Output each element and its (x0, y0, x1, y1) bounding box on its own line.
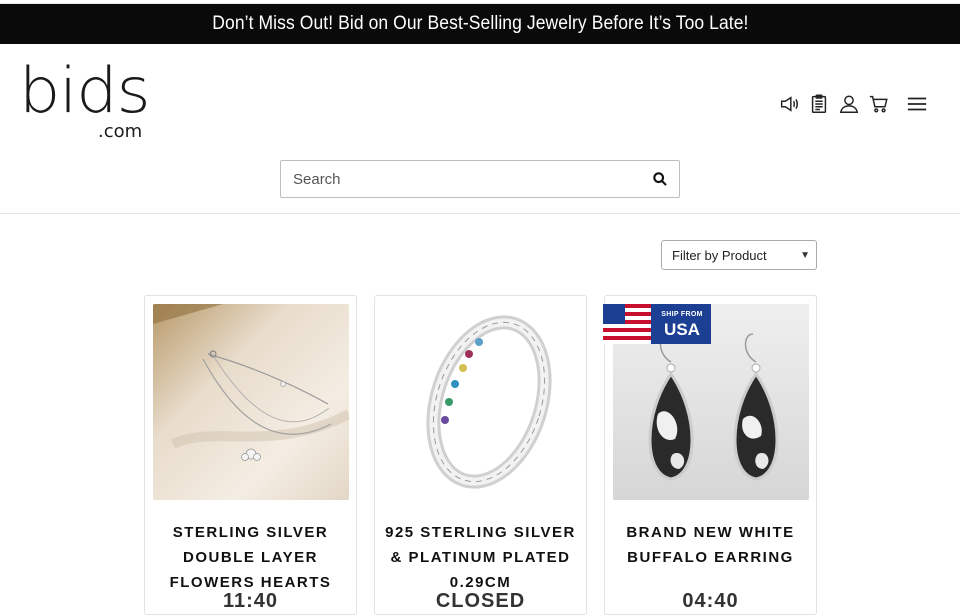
product-image-ring[interactable] (383, 304, 579, 500)
menu-icon[interactable] (902, 92, 932, 116)
product-title[interactable]: 925 Sterling Silver & Platinum Plated 0.… (381, 520, 580, 595)
logo-domain: .com (98, 121, 143, 142)
user-icon[interactable] (834, 92, 864, 116)
search-button[interactable] (641, 161, 679, 197)
promo-banner[interactable]: Don’t Miss Out! Bid on Our Best-Selling … (0, 4, 960, 44)
badge-line-2: USA (664, 320, 700, 339)
product-card[interactable]: SHIP FROM USA Brand New White Buffalo Ea… (603, 295, 817, 615)
header-divider (0, 213, 960, 214)
filter-selected-label: Filter by Product (672, 247, 767, 263)
product-title[interactable]: Sterling Silver Double Layer Flowers Hea… (151, 520, 350, 595)
product-card[interactable]: 925 Sterling Silver & Platinum Plated 0.… (374, 295, 587, 615)
product-image-bracelet[interactable] (153, 304, 349, 500)
cart-icon[interactable] (864, 92, 894, 116)
site-logo[interactable]: bids .com (19, 60, 159, 144)
header-icons (774, 92, 932, 116)
search-input[interactable] (281, 161, 641, 197)
product-title[interactable]: Brand New White Buffalo Earring (611, 520, 810, 570)
chevron-down-icon: ▼ (800, 249, 810, 261)
ship-from-usa-badge: SHIP FROM USA (603, 304, 711, 344)
logo-wordmark: bids (19, 54, 151, 127)
product-card[interactable]: Sterling Silver Double Layer Flowers Hea… (144, 295, 357, 615)
megaphone-icon[interactable] (774, 92, 804, 116)
auction-status: CLOSED (435, 590, 526, 612)
badge-line-1: SHIP FROM (661, 311, 703, 318)
clipboard-icon[interactable] (804, 92, 834, 116)
search-icon (653, 172, 667, 186)
promo-banner-text: Don’t Miss Out! Bid on Our Best-Selling … (211, 13, 749, 34)
auction-countdown: 11:40 (222, 590, 279, 612)
filter-by-product-select[interactable]: Filter by Product ▼ (661, 240, 817, 270)
search-bar (280, 160, 680, 198)
auction-countdown: 04:40 (682, 590, 739, 612)
